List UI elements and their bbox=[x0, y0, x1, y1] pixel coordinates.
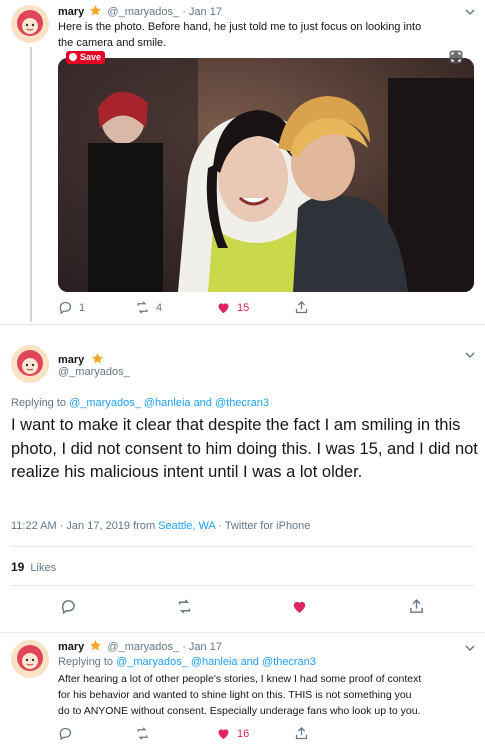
star-icon bbox=[91, 353, 103, 364]
chevron-down-icon[interactable] bbox=[465, 645, 475, 652]
replying-users-link[interactable]: @_maryados_ @hanleia and @thecran3 bbox=[69, 397, 269, 409]
retweet-button[interactable] bbox=[135, 726, 156, 741]
tweet-source: · Twitter for iPhone bbox=[218, 520, 311, 532]
handle[interactable]: @_maryados_ bbox=[58, 366, 130, 378]
avatar[interactable] bbox=[11, 345, 49, 383]
like-count: 15 bbox=[237, 301, 250, 314]
tweet-text-line: After hearing a lot of other people's st… bbox=[58, 673, 422, 685]
divider bbox=[11, 585, 475, 586]
replying-prefix: Replying to bbox=[11, 397, 67, 409]
tweet-3: mary @_maryados_ · Jan 17 Replying to @_… bbox=[0, 633, 485, 749]
handle[interactable]: @_maryados_ bbox=[107, 6, 179, 18]
tweet-actions: 16 bbox=[58, 726, 358, 744]
retweet-icon bbox=[137, 301, 148, 314]
heart-icon bbox=[218, 729, 229, 740]
like-button[interactable]: 16 bbox=[216, 726, 249, 741]
likes-label: Likes bbox=[30, 562, 57, 574]
divider bbox=[11, 546, 475, 547]
reply-button[interactable] bbox=[60, 598, 83, 615]
replying-to: Replying to @_maryados_ @hanleia and @th… bbox=[11, 397, 269, 409]
tweet-actions: 1 4 15 bbox=[58, 300, 358, 318]
share-icon bbox=[295, 300, 308, 314]
likes-count: 19 bbox=[11, 560, 25, 574]
share-icon bbox=[410, 599, 423, 613]
thread-connector bbox=[30, 47, 32, 322]
retweet-icon bbox=[178, 599, 191, 614]
tweet-text-line: Here is the photo. Before hand, he just … bbox=[58, 21, 422, 33]
replying-to: Replying to @_maryados_ @hanleia and @th… bbox=[58, 656, 316, 668]
tweet-1: mary @_maryados_ · Jan 17 Here is the ph… bbox=[0, 0, 485, 325]
pin-icon bbox=[69, 53, 77, 61]
tweet-photo[interactable] bbox=[58, 58, 474, 292]
tweet-actions bbox=[60, 598, 440, 616]
tweet-text-line: for his behavior and wanted to shine lig… bbox=[58, 689, 412, 701]
tweet-header: mary @_maryados_ · Jan 17 bbox=[58, 640, 222, 653]
like-button[interactable]: 15 bbox=[216, 300, 249, 315]
tweet-metadata: 11:22 AM · Jan 17, 2019 from Seattle, WA… bbox=[11, 520, 310, 532]
retweet-button[interactable] bbox=[176, 598, 199, 615]
expand-icon[interactable] bbox=[449, 50, 463, 64]
display-name[interactable]: mary bbox=[58, 6, 84, 18]
share-icon bbox=[295, 726, 308, 740]
share-button[interactable] bbox=[294, 300, 315, 315]
reply-icon bbox=[59, 301, 72, 315]
tweet-header: mary @_maryados_ · Jan 17 bbox=[58, 5, 222, 18]
tweet-date[interactable]: Jan 17 bbox=[189, 6, 222, 18]
replying-users-link[interactable]: @_maryados_ @hanleia and @thecran3 bbox=[116, 656, 316, 668]
handle[interactable]: @_maryados_ bbox=[107, 641, 179, 653]
display-name[interactable]: mary bbox=[58, 354, 84, 366]
star-icon bbox=[90, 640, 102, 651]
tweet-time[interactable]: 11:22 AM · Jan 17, 2019 from bbox=[11, 520, 155, 532]
tweet-text-line: do to ANYONE without consent. Especially… bbox=[58, 705, 421, 717]
tweet-text: Here is the photo. Before hand, he just … bbox=[58, 19, 421, 51]
share-button[interactable] bbox=[294, 726, 315, 741]
pinterest-save-button[interactable]: Save bbox=[66, 51, 106, 64]
tweet-date[interactable]: Jan 17 bbox=[189, 641, 222, 653]
location-link[interactable]: Seattle, WA bbox=[158, 520, 215, 532]
heart-icon bbox=[218, 303, 229, 314]
retweet-count: 4 bbox=[156, 301, 163, 314]
display-name[interactable]: mary bbox=[58, 641, 84, 653]
avatar[interactable] bbox=[11, 5, 49, 43]
reply-button[interactable] bbox=[58, 726, 79, 741]
reply-count: 1 bbox=[79, 301, 86, 314]
avatar[interactable] bbox=[11, 640, 49, 678]
tweet-text: I want to make it clear that despite the… bbox=[11, 416, 478, 481]
save-label: Save bbox=[80, 52, 102, 62]
retweet-icon bbox=[137, 727, 148, 740]
like-button[interactable] bbox=[291, 598, 314, 615]
reply-button[interactable]: 1 bbox=[58, 300, 85, 315]
retweet-button[interactable]: 4 bbox=[135, 300, 162, 315]
replying-prefix: Replying to bbox=[58, 656, 114, 668]
heart-icon bbox=[293, 601, 306, 613]
likes-summary[interactable]: 19 Likes bbox=[11, 560, 56, 574]
reply-icon bbox=[59, 727, 72, 741]
reply-icon bbox=[61, 600, 75, 615]
tweet-text: After hearing a lot of other people's st… bbox=[58, 671, 421, 719]
chevron-down-icon[interactable] bbox=[465, 352, 475, 359]
star-icon bbox=[90, 5, 102, 16]
tweet-text-line: the camera and smile. bbox=[58, 37, 167, 49]
like-count: 16 bbox=[237, 727, 250, 740]
share-button[interactable] bbox=[408, 598, 431, 615]
chevron-down-icon[interactable] bbox=[465, 9, 475, 16]
